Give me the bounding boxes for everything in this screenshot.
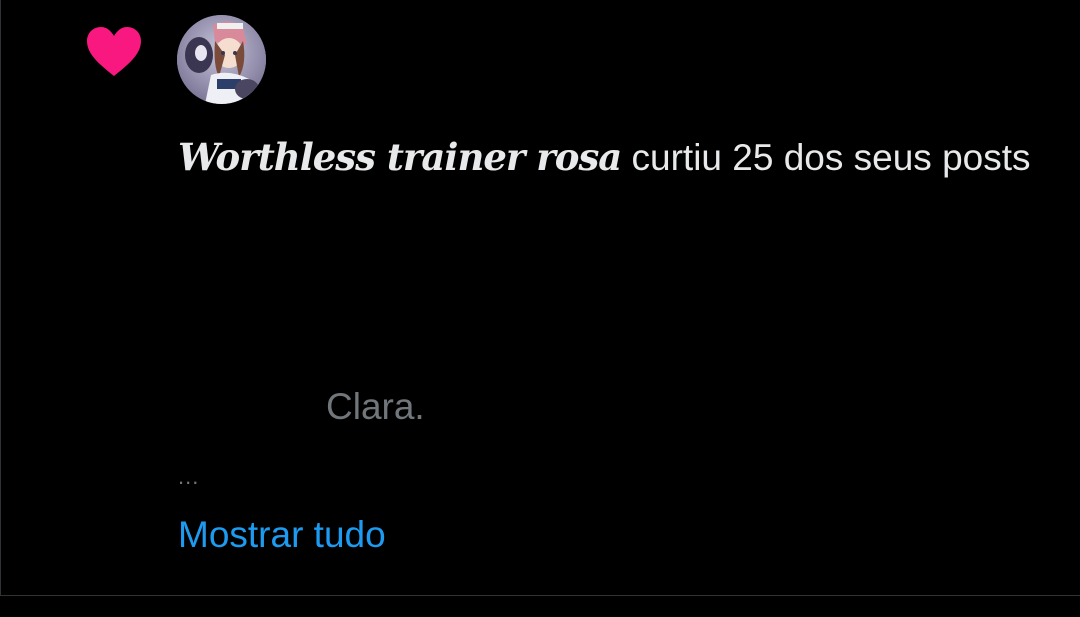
action-text: curtiu 25 dos seus posts: [621, 137, 1031, 178]
show-all-link[interactable]: Mostrar tudo: [178, 510, 386, 560]
ellipsis: ...: [178, 464, 200, 489]
avatar[interactable]: [177, 15, 266, 104]
notification-headline: Worthless trainer rosa curtiu 25 dos seu…: [178, 128, 1038, 187]
heart-icon: [87, 27, 141, 76]
like-notification[interactable]: Worthless trainer rosa curtiu 25 dos seu…: [0, 0, 1080, 595]
avatar-image: [177, 15, 266, 104]
divider: [0, 595, 1080, 596]
post-preview: Clara.: [326, 386, 425, 427]
user-name[interactable]: Worthless trainer rosa: [178, 135, 622, 179]
